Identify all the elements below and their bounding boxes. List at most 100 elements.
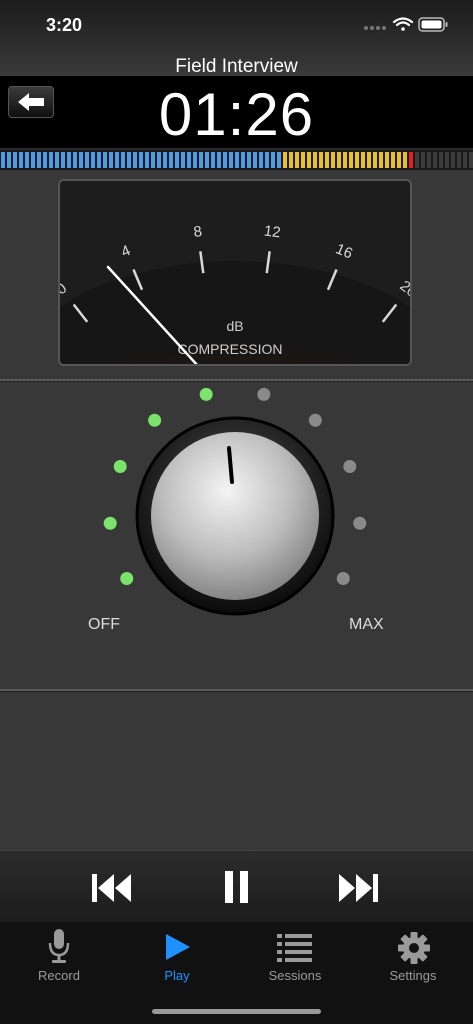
knob-led-unlit [336, 572, 350, 585]
meter-segment [211, 152, 215, 168]
status-icons [363, 16, 449, 37]
back-button[interactable] [8, 86, 54, 118]
meter-segment [241, 152, 245, 168]
meter-segment [73, 152, 77, 168]
meter-segment [415, 152, 419, 168]
meter-segment [61, 152, 65, 168]
divider-bottom [0, 689, 473, 691]
meter-segment [163, 152, 167, 168]
gear-icon [398, 932, 430, 964]
knob-led-unlit [257, 387, 271, 401]
tab-sessions[interactable]: Sessions [236, 922, 354, 992]
meter-segment [403, 152, 407, 168]
meter-segment [439, 152, 443, 168]
meter-segment [343, 152, 347, 168]
meter-segment [361, 152, 365, 168]
meter-segment [319, 152, 323, 168]
meter-segment [385, 152, 389, 168]
home-indicator [152, 1009, 321, 1014]
meter-segment [193, 152, 197, 168]
meter-segment [79, 152, 83, 168]
meter-segment [25, 152, 29, 168]
pause-icon[interactable] [222, 869, 252, 905]
meter-segment [427, 152, 431, 168]
microphone-icon [48, 929, 70, 963]
meter-segment [151, 152, 155, 168]
meter-segment [37, 152, 41, 168]
meter-segment [187, 152, 191, 168]
tab-record[interactable]: Record [0, 922, 118, 992]
knob-max-label: MAX [349, 616, 384, 633]
tab-label-play: Play [164, 968, 190, 983]
meter-segment [331, 152, 335, 168]
meter-segment [373, 152, 377, 168]
cellular-signal-icon [364, 26, 386, 30]
tab-settings[interactable]: Settings [354, 922, 472, 992]
compression-knob[interactable] [151, 432, 319, 600]
meter-segment [421, 152, 425, 168]
meter-segment [217, 152, 221, 168]
meter-segment [175, 152, 179, 168]
knob-led-unlit [343, 459, 357, 473]
meter-segment [1, 152, 5, 168]
meter-segment [7, 152, 11, 168]
transport-controls [0, 850, 473, 923]
wifi-icon [392, 17, 414, 31]
meter-segment [433, 152, 437, 168]
meter-segment [367, 152, 371, 168]
knob-led-lit [148, 413, 162, 427]
vu-unit-label: dB [226, 318, 243, 334]
knob-led-lit [199, 387, 213, 401]
meter-segment [271, 152, 275, 168]
battery-icon [418, 17, 448, 32]
meter-segment [145, 152, 149, 168]
meter-segment [283, 152, 287, 168]
meter-segment [121, 152, 125, 168]
meter-segment [43, 152, 47, 168]
tab-label-settings: Settings [389, 968, 437, 983]
meter-segment [337, 152, 341, 168]
meter-segment [259, 152, 263, 168]
knob-led-unlit [308, 413, 322, 427]
meter-segment [97, 152, 101, 168]
level-meter [0, 150, 473, 170]
meter-segment [91, 152, 95, 168]
meter-segment [409, 152, 413, 168]
list-icon [277, 934, 312, 962]
meter-segment [265, 152, 269, 168]
divider-top [0, 379, 473, 381]
meter-segment [49, 152, 53, 168]
meter-segment [109, 152, 113, 168]
vu-tick-label: 12 [263, 222, 282, 241]
meter-segment [391, 152, 395, 168]
meter-segment [157, 152, 161, 168]
status-time: 3:20 [46, 15, 83, 35]
meter-segment [313, 152, 317, 168]
meter-segment [127, 152, 131, 168]
meter-segment [469, 152, 473, 168]
knob-led-lit [103, 516, 117, 530]
meter-segment [451, 152, 455, 168]
meter-segment [247, 152, 251, 168]
meter-segment [67, 152, 71, 168]
meter-segment [199, 152, 203, 168]
tab-label-sessions: Sessions [268, 968, 322, 983]
meter-segment [457, 152, 461, 168]
meter-segment [205, 152, 209, 168]
skip-back-icon[interactable] [90, 871, 134, 905]
skip-forward-icon[interactable] [337, 871, 381, 905]
meter-segment [19, 152, 23, 168]
meter-segment [349, 152, 353, 168]
meter-segment [397, 152, 401, 168]
tab-play[interactable]: Play [118, 922, 236, 992]
meter-segment [277, 152, 281, 168]
meter-segment [133, 152, 137, 168]
meter-segment [55, 152, 59, 168]
meter-segment [289, 152, 293, 168]
meter-segment [103, 152, 107, 168]
knob-led-unlit [353, 516, 367, 530]
meter-segment [115, 152, 119, 168]
meter-segment [223, 152, 227, 168]
elapsed-timer: 01:26 [158, 81, 315, 148]
tab-label-record: Record [38, 968, 80, 983]
